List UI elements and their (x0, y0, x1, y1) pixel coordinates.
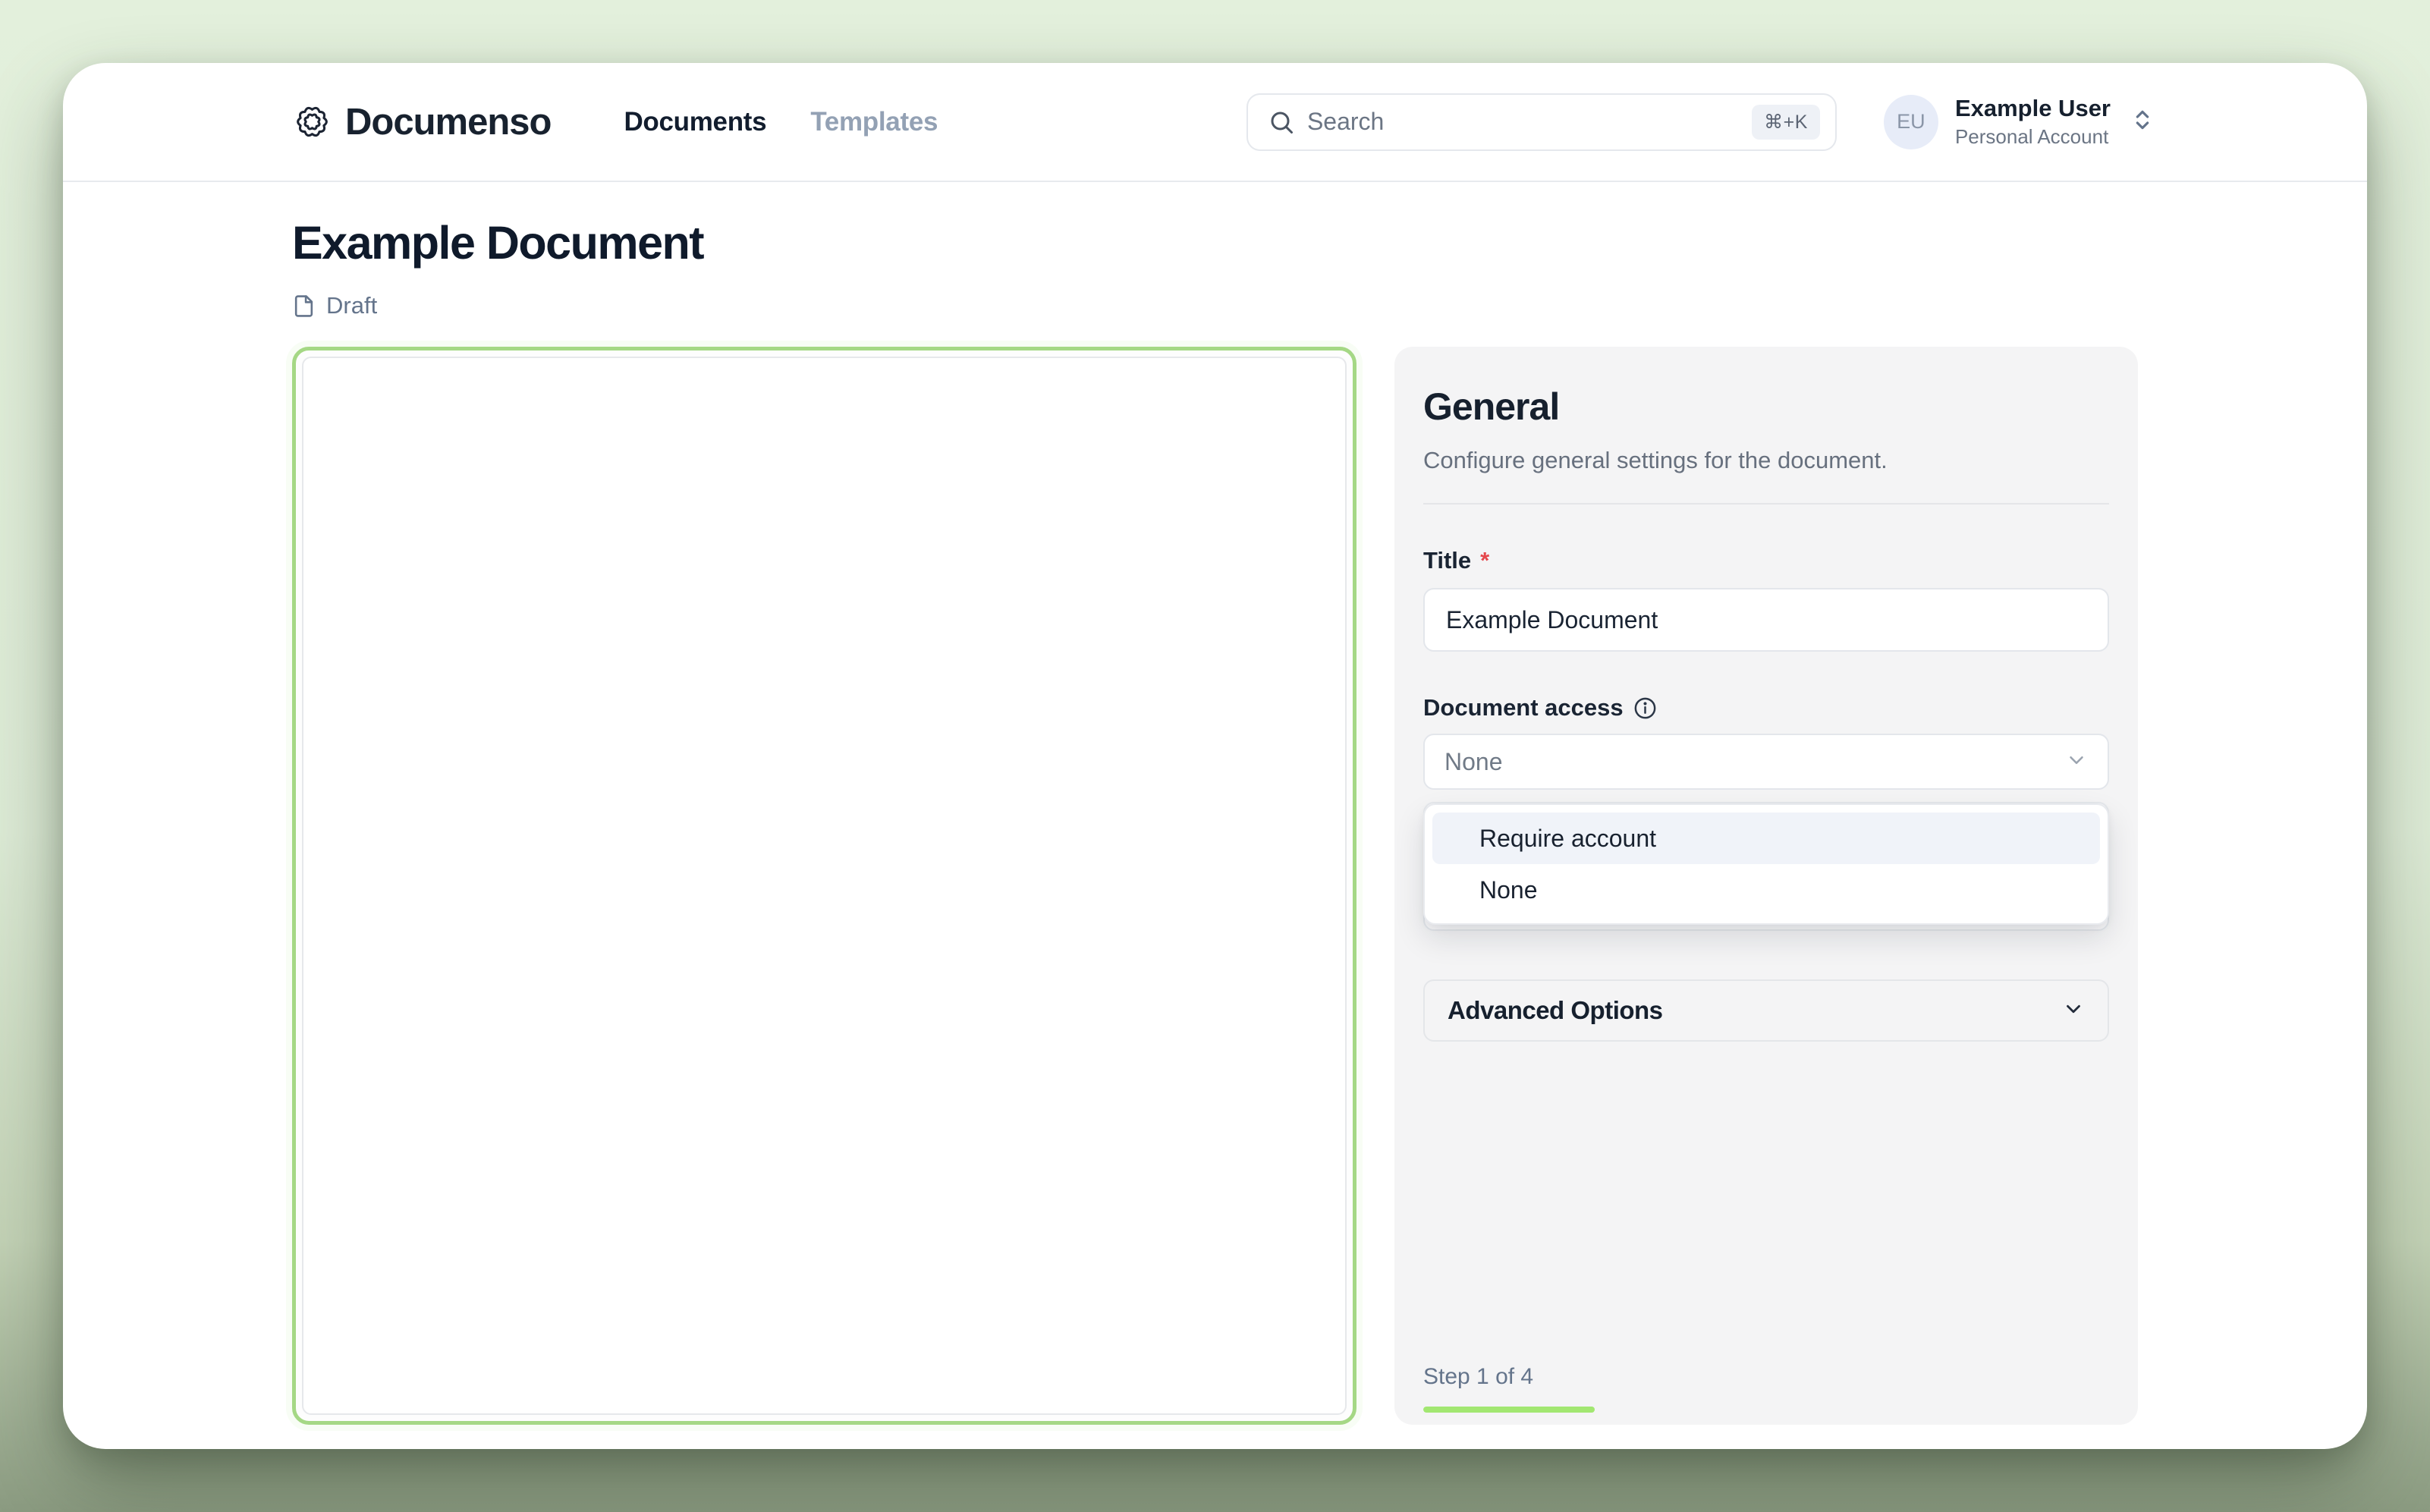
document-access-select-wrap: None Require account None (1423, 721, 2109, 925)
title-field-label: Title * (1423, 547, 1490, 574)
brand-name: Documenso (345, 101, 552, 143)
brand-logo[interactable]: Documenso (294, 101, 552, 143)
account-type: Personal Account (1954, 124, 2109, 148)
dropdown-option-none[interactable]: None (1432, 864, 2100, 916)
document-access-dropdown: Require account None (1423, 803, 2109, 925)
general-settings-panel: General Configure general settings for t… (1394, 347, 2138, 1425)
step-progress-fill (1423, 1407, 1595, 1413)
page-title: Example Document (292, 217, 705, 269)
status-badge: Draft (326, 292, 378, 319)
document-viewer (292, 347, 1356, 1425)
advanced-options-toggle[interactable]: Advanced Options (1423, 979, 2109, 1042)
panel-spacer (1423, 1042, 2109, 1364)
status-row: Draft (292, 292, 2138, 319)
title-input[interactable]: Example Document (1423, 588, 2109, 652)
chevron-down-icon (2065, 749, 2088, 775)
title-input-value: Example Document (1446, 605, 1658, 633)
search-icon (1271, 112, 1293, 134)
search-placeholder: Search (1306, 108, 1385, 135)
info-icon[interactable] (1633, 696, 1658, 721)
dropdown-option-require-account[interactable]: Require account (1432, 813, 2100, 864)
account-name: Example User (1954, 95, 2111, 122)
step-indicator: Step 1 of 4 (1423, 1364, 1534, 1389)
app-window: Documenso Documents Templates Search ⌘+K… (63, 63, 2367, 1449)
main-content: Example Document Draft General Configure… (63, 220, 2367, 1425)
avatar: EU (1883, 94, 1938, 149)
chevrons-up-down-icon (2130, 108, 2155, 136)
document-access-label: Document access (1423, 694, 2109, 721)
advanced-options-label: Advanced Options (1448, 996, 1663, 1024)
panel-divider (1423, 503, 2109, 505)
nav-link-documents[interactable]: Documents (624, 107, 766, 137)
documenso-seal-icon (297, 106, 328, 137)
nav-link-templates[interactable]: Templates (810, 107, 938, 137)
main-nav: Documents Templates (624, 107, 938, 137)
panel-description: Configure general settings for the docum… (1423, 447, 1888, 473)
step-progress-bar (1423, 1407, 2109, 1413)
document-access-select[interactable]: None (1423, 734, 2109, 790)
required-asterisk: * (1480, 547, 1490, 574)
document-page (302, 357, 1347, 1415)
search-input[interactable]: Search ⌘+K (1246, 93, 1837, 151)
account-meta: Example User Personal Account (1955, 95, 2111, 149)
content-columns: General Configure general settings for t… (292, 347, 2138, 1425)
panel-heading: General (1423, 385, 1560, 428)
top-navbar: Documenso Documents Templates Search ⌘+K… (63, 63, 2367, 182)
search-shortcut-badge: ⌘+K (1752, 104, 1820, 140)
file-icon (294, 294, 313, 317)
account-menu[interactable]: EU Example User Personal Account (1883, 94, 2155, 149)
chevron-down-icon (2062, 998, 2085, 1024)
select-value: None (1444, 747, 1503, 775)
